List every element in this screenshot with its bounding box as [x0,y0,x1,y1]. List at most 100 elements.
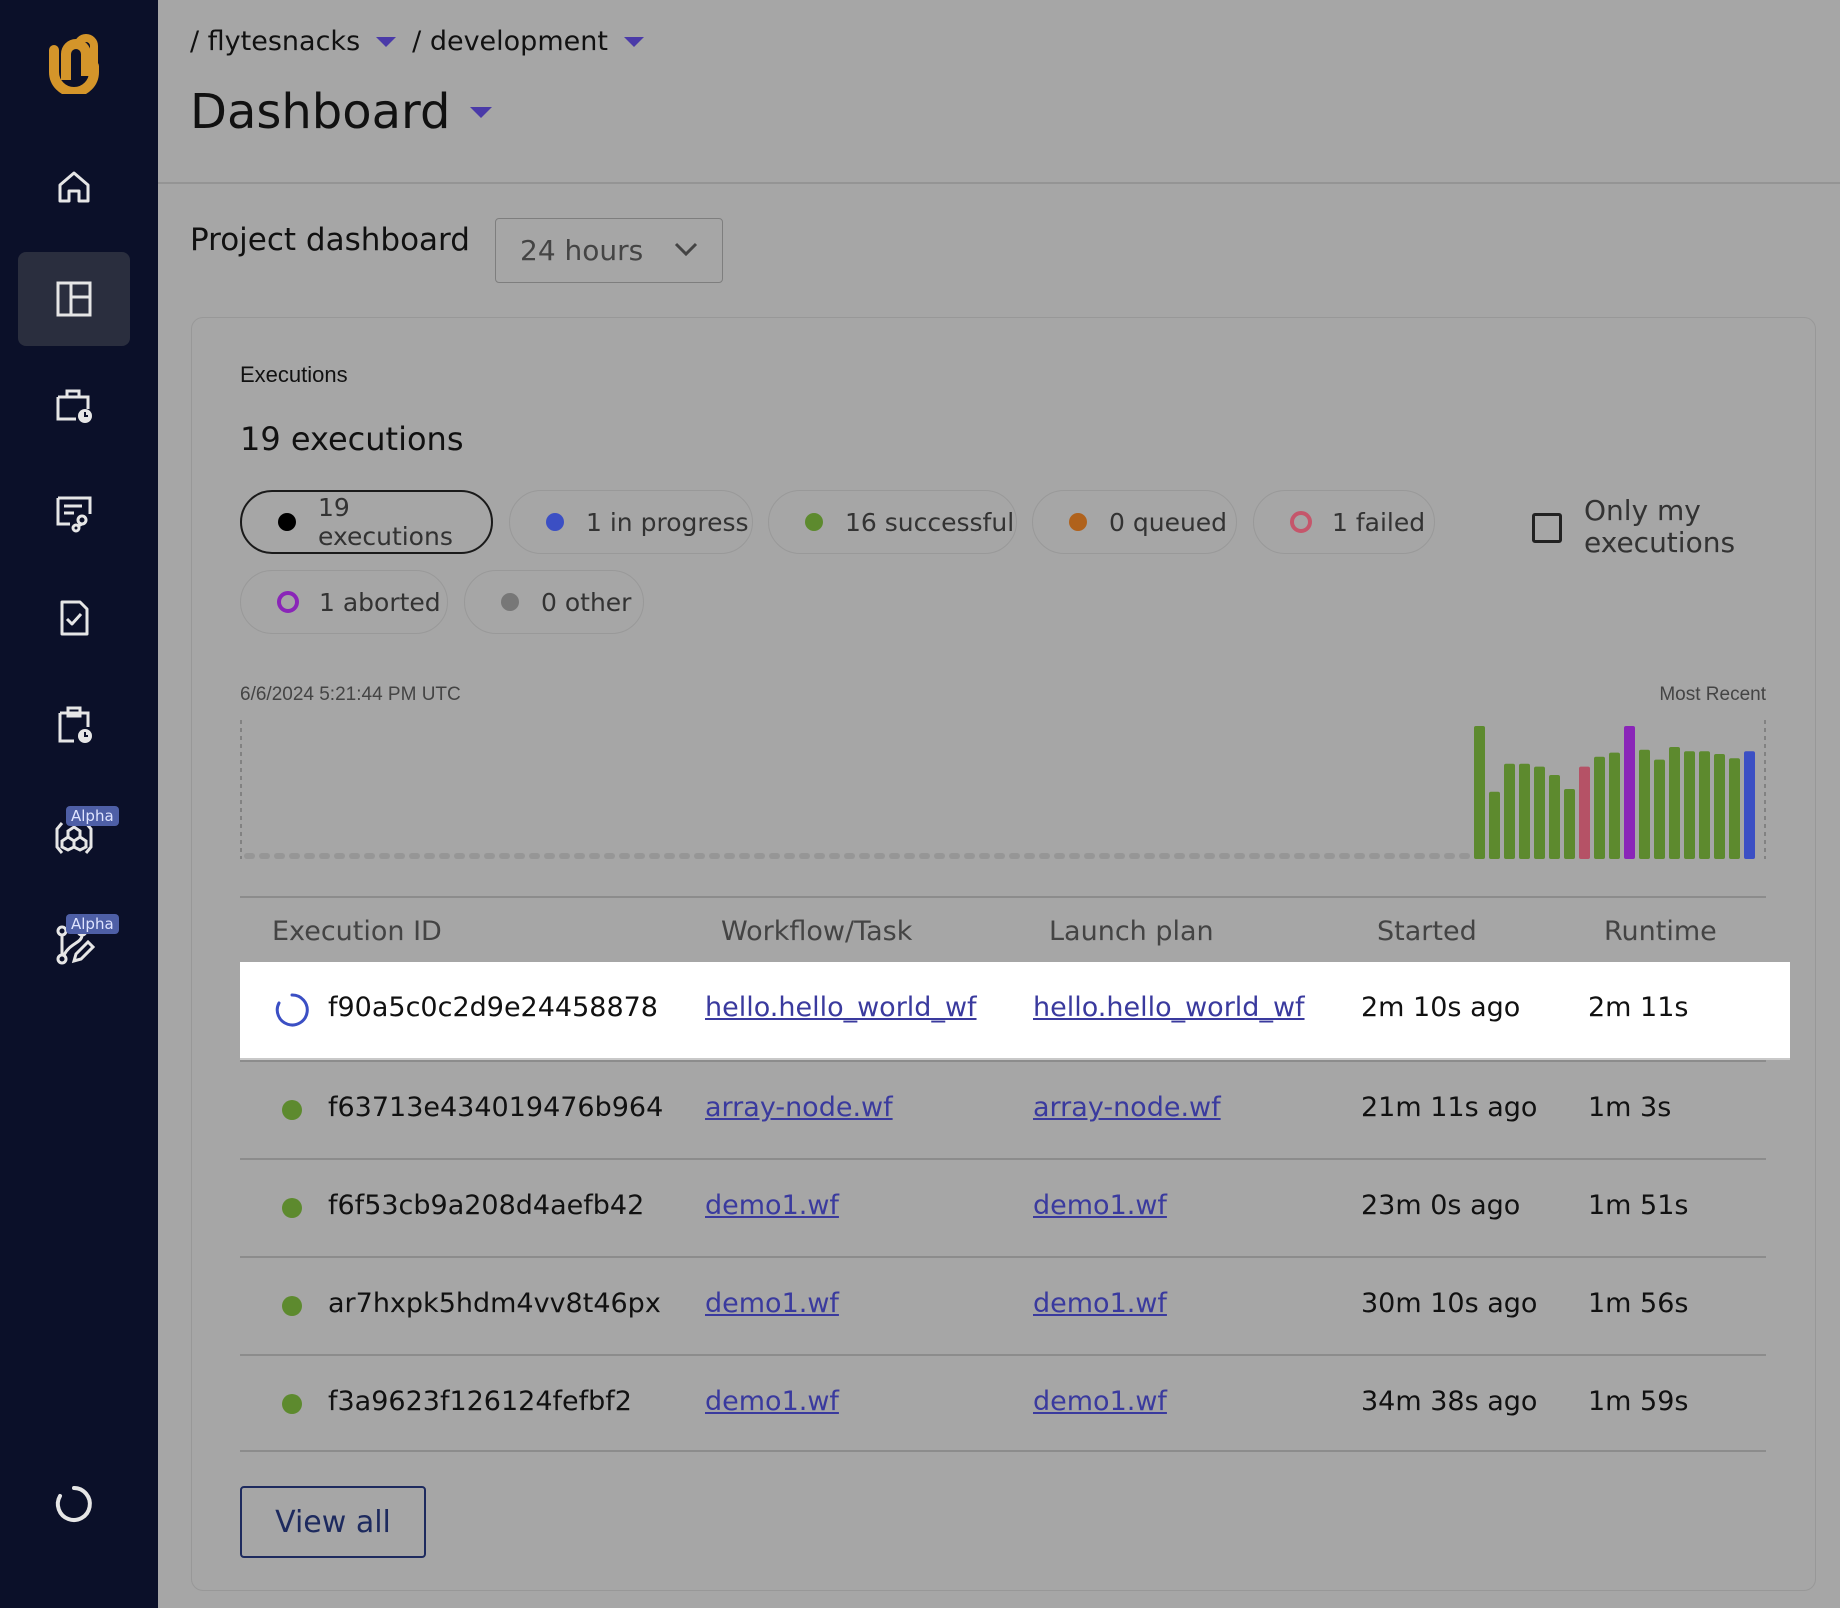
chart-placeholder-bar [709,853,720,859]
nav-workflows[interactable] [18,465,130,559]
chart-bar-successful [1489,791,1500,859]
execution-id[interactable]: f63713e434019476b964 [328,1092,663,1123]
col-launch-plan[interactable]: Launch plan [1049,916,1214,947]
nav-executions[interactable] [18,358,130,452]
nav-launch-plans[interactable] [18,678,130,772]
nav-home[interactable] [18,140,130,234]
chart-placeholder-bar [1309,853,1320,859]
runtime: 1m 3s [1588,1092,1672,1123]
timeframe-value: 24 hours [520,234,644,267]
chart-placeholder-bar [1009,853,1020,859]
nav-dashboard[interactable] [18,252,130,346]
chart-placeholder-bar [994,853,1005,859]
only-mine-label[interactable]: Only my executions [1584,495,1754,559]
chart-placeholder-bar [874,853,885,859]
chart-placeholder-bar [619,853,630,859]
chart-placeholder-bar [799,853,810,859]
chart-bar-successful [1714,754,1725,859]
chart-placeholder-bar [1099,853,1110,859]
chart-placeholder-bar [1159,853,1170,859]
flyte-logo[interactable] [40,30,110,94]
title-dropdown-icon[interactable] [470,106,493,118]
launch-plan-link[interactable]: demo1.wf [1033,1386,1167,1417]
chart-placeholder-bar [424,853,435,859]
spinner-icon [275,993,309,1027]
timeframe-select[interactable]: 24 hours [495,218,723,283]
launch-plan-link[interactable]: demo1.wf [1033,1288,1167,1319]
workflow-link[interactable]: demo1.wf [705,1386,839,1417]
breadcrumb-domain[interactable]: / development [412,26,608,57]
chart-placeholder-bar [949,853,960,859]
table-row[interactable]: f63713e434019476b964 array-node.wf array… [240,1060,1766,1158]
status-dot [282,1296,302,1316]
execution-id[interactable]: f6f53cb9a208d4aefb42 [328,1190,644,1221]
project-dropdown-icon[interactable] [376,36,397,47]
launch-plan-link[interactable]: demo1.wf [1033,1190,1167,1221]
filter-label: 16 successful [845,507,1015,537]
nav-artifacts[interactable]: Alpha [18,790,130,884]
workflow-link[interactable]: array-node.wf [705,1092,893,1123]
chart-placeholder-bar [394,853,405,859]
chart-placeholder-bar [694,853,705,859]
chart-placeholder-bar [1324,853,1335,859]
executions-heading: Executions [240,362,348,387]
filter-label: 1 failed [1332,507,1426,537]
chart-placeholder-bar [1279,853,1290,859]
nav-status[interactable] [18,1457,130,1551]
execution-id[interactable]: f3a9623f126124fefbf2 [328,1386,632,1417]
chart-placeholder-bar [1294,853,1305,859]
launch-plan-link[interactable]: hello.hello_world_wf [1033,992,1305,1023]
filter-in-progress[interactable]: 1 in progress [509,490,753,554]
chart-placeholder-bar [814,853,825,859]
chart-placeholder-bar [574,853,585,859]
workflow-link[interactable]: demo1.wf [705,1190,839,1221]
table-row[interactable]: f3a9623f126124fefbf2 demo1.wf demo1.wf 3… [240,1354,1766,1452]
table-row[interactable]: ar7hxpk5hdm4vv8t46px demo1.wf demo1.wf 3… [240,1256,1766,1354]
chart-bar-successful [1594,756,1605,859]
chart-bar-successful [1729,758,1740,859]
col-runtime[interactable]: Runtime [1604,916,1717,947]
table-row[interactable]: f90a5c0c2d9e24458878 hello.hello_world_w… [240,962,1790,1060]
status-dot [1069,513,1087,531]
workflow-icon [56,496,92,533]
execution-id[interactable]: f90a5c0c2d9e24458878 [328,992,658,1023]
chart-placeholder-bar [514,853,525,859]
workflow-link[interactable]: demo1.wf [705,1288,839,1319]
nav-tasks[interactable] [18,571,130,665]
chart-placeholder-bar [1264,853,1275,859]
workflow-link[interactable]: hello.hello_world_wf [705,992,977,1023]
col-workflow[interactable]: Workflow/Task [721,916,912,947]
chart-placeholder-bar [469,853,480,859]
chart-placeholder-bar [439,853,450,859]
chart-placeholder-bar [1144,853,1155,859]
task-check-icon [60,600,89,636]
filter-successful[interactable]: 16 successful [768,490,1017,554]
col-started[interactable]: Started [1377,916,1477,947]
loading-circle-icon [55,1486,92,1522]
domain-dropdown-icon[interactable] [623,36,644,47]
filter-failed[interactable]: 1 failed [1253,490,1435,554]
only-mine-checkbox[interactable] [1532,513,1562,543]
filter-aborted[interactable]: 1 aborted [240,570,448,634]
chart-placeholder-bar [289,853,300,859]
filter-queued[interactable]: 0 queued [1032,490,1237,554]
status-dot [278,513,296,531]
view-all-button[interactable]: View all [240,1486,426,1558]
launch-plan-link[interactable]: array-node.wf [1033,1092,1221,1123]
table-row[interactable]: f6f53cb9a208d4aefb42 demo1.wf demo1.wf 2… [240,1158,1766,1256]
chart-bar-successful [1474,726,1485,859]
chevron-down-icon [674,242,698,257]
execution-id[interactable]: ar7hxpk5hdm4vv8t46px [328,1288,661,1319]
chart-placeholder-bar [454,853,465,859]
filter-other[interactable]: 0 other [464,570,644,634]
chart-placeholder-bar [1459,853,1470,859]
chart-bar-successful [1564,789,1575,859]
nav-pipelines[interactable]: Alpha [18,898,130,992]
chart-placeholder-bar [349,853,360,859]
chart-placeholder-bar [319,853,330,859]
col-execution-id[interactable]: Execution ID [272,916,442,947]
chart-placeholder-bar [724,853,735,859]
filter-all[interactable]: 19 executions [240,490,493,554]
chart-bar-failed [1579,766,1590,859]
breadcrumb-project[interactable]: / flytesnacks [190,26,360,57]
